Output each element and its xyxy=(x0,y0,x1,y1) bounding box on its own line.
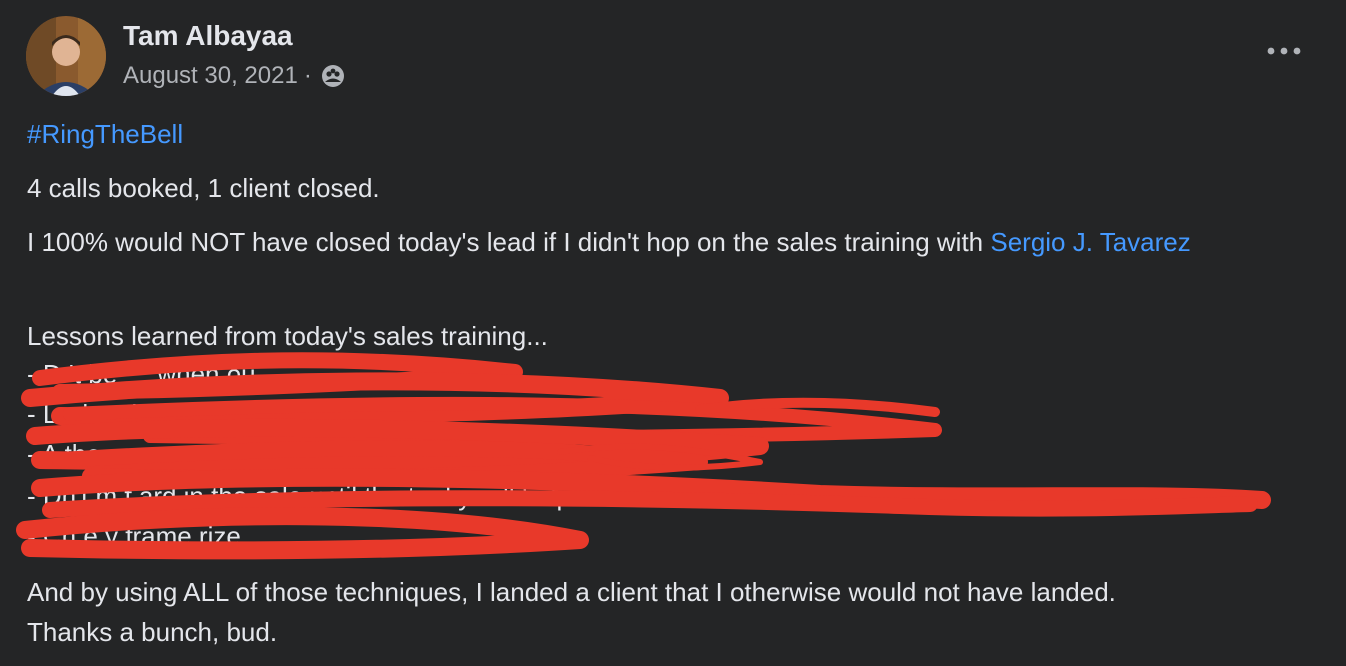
author-avatar[interactable] xyxy=(26,16,106,96)
closing-paragraph: And by using ALL of those techniques, I … xyxy=(27,572,1327,652)
lesson-item: - Ch e y frame rize. xyxy=(27,521,249,551)
mention-link[interactable]: Sergio J. Tavarez xyxy=(990,227,1190,257)
lesson-item: - L wh asking for ( rd) xyxy=(27,399,272,429)
closing-line-2: Thanks a bunch, bud. xyxy=(27,617,278,647)
lesson-item: - A the xyxy=(27,439,101,469)
summary-line: 4 calls booked, 1 client closed. xyxy=(27,173,380,203)
credit-paragraph: I 100% would NOT have closed today's lea… xyxy=(27,222,1317,262)
lesson-item: - D 't be " " when ou xyxy=(27,359,256,389)
closing-line-1: And by using ALL of those techniques, I … xyxy=(27,577,1116,607)
lessons-heading: Lessons learned from today's sales train… xyxy=(27,321,548,351)
post-meta: August 30, 2021 · xyxy=(123,62,346,90)
avatar-image xyxy=(26,16,106,96)
more-options-icon[interactable] xyxy=(1264,36,1304,66)
group-icon[interactable] xyxy=(320,63,346,89)
meta-separator: · xyxy=(303,62,312,89)
hashtag-link[interactable]: #RingTheBell xyxy=(27,119,183,149)
lesson-item: - Dn't m f ard in the sale until the t e… xyxy=(27,481,644,511)
facebook-post: Tam Albayaa August 30, 2021 · #RingTheBe… xyxy=(0,0,1346,666)
post-body: #RingTheBell 4 calls booked, 1 client cl… xyxy=(27,114,1327,647)
author-name[interactable]: Tam Albayaa xyxy=(123,20,293,52)
post-date[interactable]: August 30, 2021 xyxy=(123,62,298,90)
credit-text: I 100% would NOT have closed today's lea… xyxy=(27,227,991,257)
